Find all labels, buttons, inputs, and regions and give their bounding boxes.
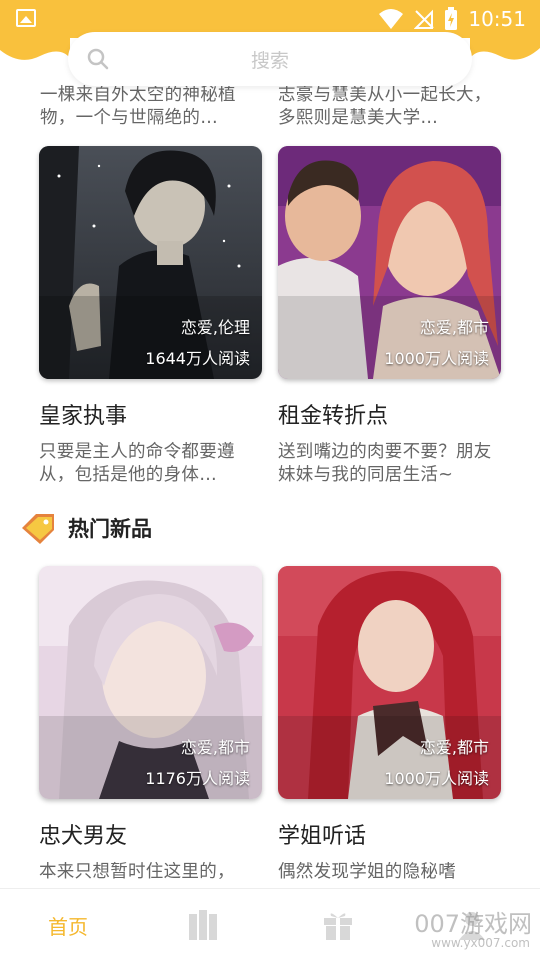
book-read-count: 1644万人阅读 xyxy=(145,349,250,368)
nav-home[interactable]: 首页 xyxy=(8,889,128,960)
gift-icon xyxy=(324,913,352,940)
book-card[interactable]: 恋爱,都市 1176万人阅读 忠犬男友 本来只想暂时住这里的， xyxy=(39,566,262,888)
image-notification-icon xyxy=(16,9,36,27)
book-tags: 恋爱,都市 xyxy=(419,738,489,757)
bookshelf-icon xyxy=(189,910,217,940)
nav-home-label[interactable]: 首页 xyxy=(48,911,88,940)
book-description[interactable]: 一棵来自外太空的神秘植物，一个与世隔绝的… xyxy=(40,84,265,130)
nav-bookshelf[interactable] xyxy=(143,889,263,960)
book-card[interactable]: 恋爱,都市 1000万人阅读 学姐听话 偶然发现学姐的隐秘嗜 xyxy=(278,566,501,888)
book-title[interactable]: 学姐听话 xyxy=(278,821,501,853)
book-cover[interactable]: 恋爱,伦理 1644万人阅读 xyxy=(39,146,262,379)
book-card[interactable]: 恋爱,都市 1000万人阅读 租金转折点 送到嘴边的肉要不要？朋友妹妹与我的同居… xyxy=(278,146,501,487)
search-placeholder[interactable]: 搜索 xyxy=(68,46,472,73)
watermark-text: 007游戏网 xyxy=(414,910,532,938)
book-cover[interactable]: 恋爱,都市 1176万人阅读 xyxy=(39,566,262,799)
no-signal-icon xyxy=(414,9,435,29)
book-description[interactable]: 本来只想暂时住这里的， xyxy=(39,861,262,888)
book-tags: 恋爱,都市 xyxy=(419,318,489,337)
status-time: 10:51 xyxy=(468,7,526,31)
search-bar[interactable]: 搜索 xyxy=(68,32,472,86)
watermark-url: www.yx007.com xyxy=(431,936,530,950)
book-description[interactable]: 志豪与慧美从小一起长大，多熙则是慧美大学… xyxy=(278,84,503,130)
book-description[interactable]: 偶然发现学姐的隐秘嗜 xyxy=(278,861,501,888)
book-title[interactable]: 忠犬男友 xyxy=(39,821,262,853)
wifi-icon xyxy=(379,9,404,29)
book-description[interactable]: 只要是主人的命令都要遵从，包括是他的身体… xyxy=(39,441,262,487)
book-description[interactable]: 送到嘴边的肉要不要？朋友妹妹与我的同居生活~ xyxy=(278,441,501,487)
book-card[interactable]: 恋爱,伦理 1644万人阅读 皇家执事 只要是主人的命令都要遵从，包括是他的身体… xyxy=(39,146,262,487)
book-read-count: 1000万人阅读 xyxy=(384,769,489,788)
home-content: 一棵来自外太空的神秘植物，一个与世隔绝的… 志豪与慧美从小一起长大，多熙则是慧美… xyxy=(0,0,540,888)
section-title: 热门新品 xyxy=(68,517,152,541)
book-tags: 恋爱,都市 xyxy=(180,738,250,757)
section-header: 热门新品 xyxy=(18,508,152,548)
book-read-count: 1000万人阅读 xyxy=(384,349,489,368)
book-cover[interactable]: 恋爱,都市 1000万人阅读 xyxy=(278,146,501,379)
book-title[interactable]: 皇家执事 xyxy=(39,401,262,433)
book-cover[interactable]: 恋爱,都市 1000万人阅读 xyxy=(278,566,501,799)
nav-gift[interactable] xyxy=(278,889,398,960)
book-title[interactable]: 租金转折点 xyxy=(278,401,501,433)
tag-icon xyxy=(22,514,54,544)
book-tags: 恋爱,伦理 xyxy=(180,318,250,337)
battery-charging-icon xyxy=(445,7,458,30)
search-icon xyxy=(87,48,109,70)
book-read-count: 1176万人阅读 xyxy=(145,769,250,788)
